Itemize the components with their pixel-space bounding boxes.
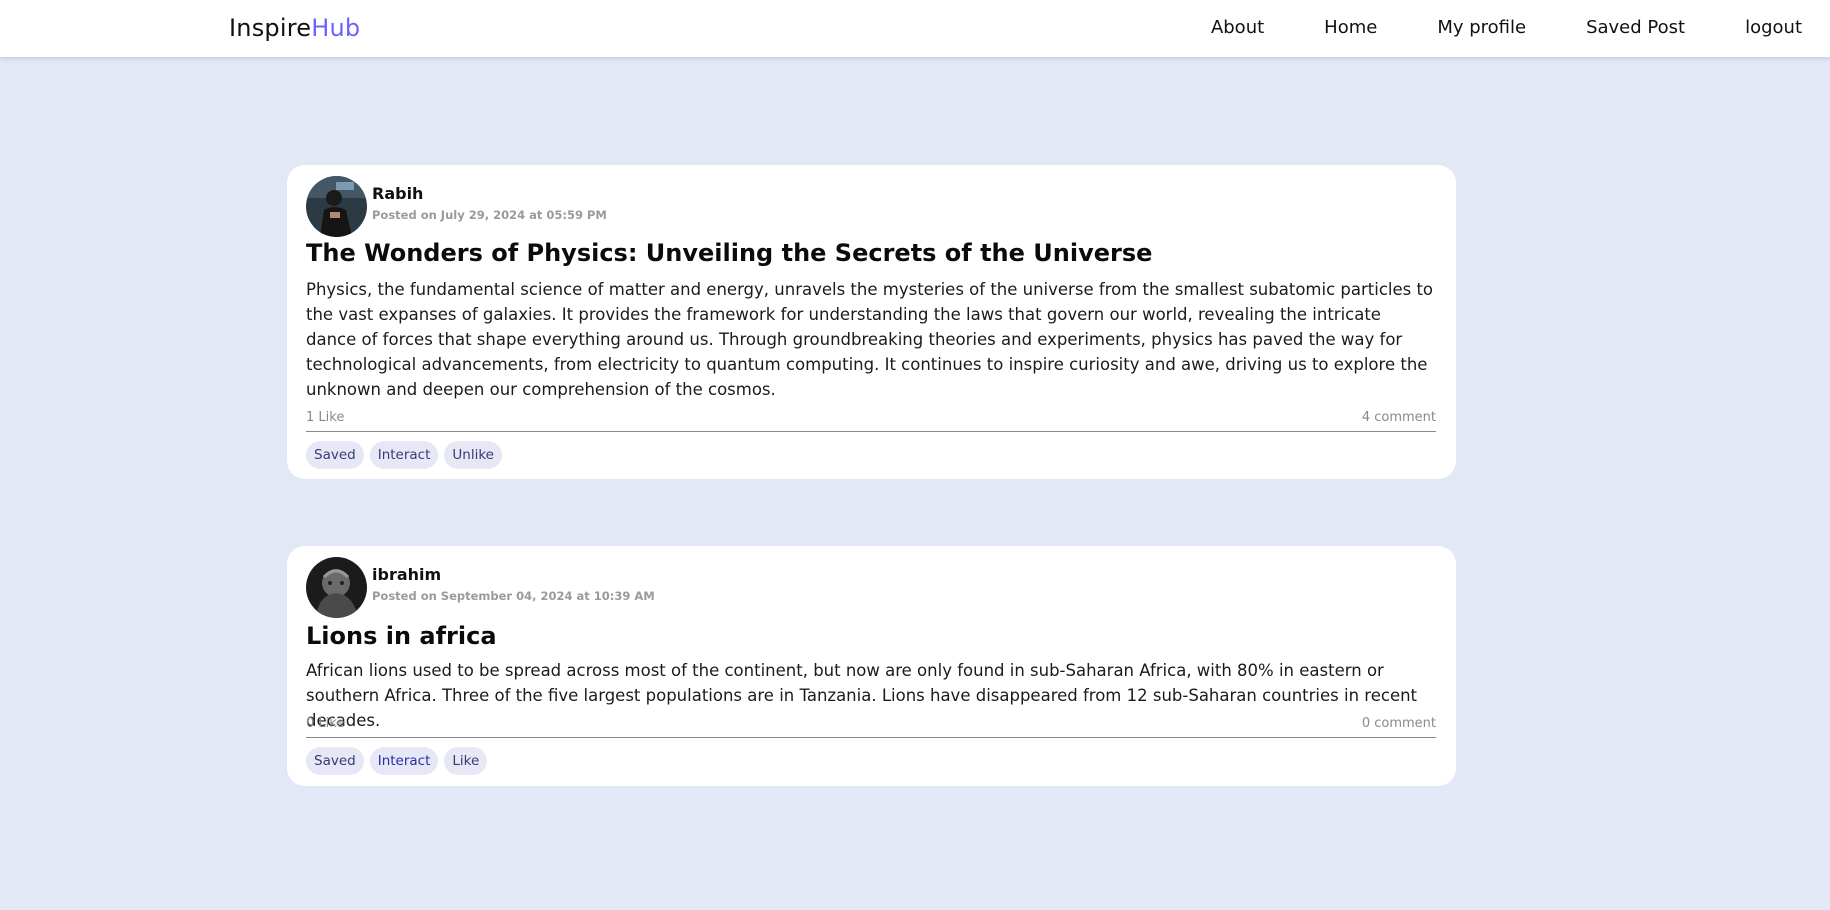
post-card: Rabih Posted on July 29, 2024 at 05:59 P… [287, 165, 1456, 479]
post-header: ibrahim Posted on September 04, 2024 at … [306, 557, 655, 618]
interact-button[interactable]: Interact [369, 747, 439, 775]
post-title: The Wonders of Physics: Unveiling the Se… [306, 239, 1153, 267]
post-actions: Saved Interact Unlike [306, 441, 502, 469]
unlike-button[interactable]: Unlike [444, 441, 502, 469]
like-count: 0 Like [306, 716, 345, 731]
like-button[interactable]: Like [444, 747, 488, 775]
interact-button[interactable]: Interact [369, 441, 439, 469]
nav-links: About Home My profile Saved Post logout [1151, 17, 1802, 38]
avatar[interactable] [306, 557, 367, 618]
nav-link-my-profile[interactable]: My profile [1437, 17, 1526, 38]
top-navbar: InspireHub About Home My profile Saved P… [0, 0, 1830, 57]
nav-link-saved-post[interactable]: Saved Post [1586, 17, 1685, 38]
post-card: ibrahim Posted on September 04, 2024 at … [287, 546, 1456, 786]
post-stats: 0 Like 0 comment [306, 716, 1436, 738]
comment-count[interactable]: 0 comment [1362, 716, 1436, 731]
nav-link-logout[interactable]: logout [1745, 17, 1802, 38]
saved-button[interactable]: Saved [306, 441, 364, 469]
post-actions: Saved Interact Like [306, 747, 488, 775]
avatar-image [306, 557, 367, 618]
avatar[interactable] [306, 176, 367, 237]
saved-button[interactable]: Saved [306, 747, 364, 775]
brand-logo[interactable]: InspireHub [229, 14, 360, 42]
post-title: Lions in africa [306, 622, 497, 650]
post-stats: 1 Like 4 comment [306, 410, 1436, 432]
brand-name-part1: Inspire [229, 14, 312, 42]
nav-link-home[interactable]: Home [1324, 17, 1377, 38]
author-name[interactable]: Rabih [372, 184, 607, 203]
post-body: Physics, the fundamental science of matt… [306, 280, 1434, 399]
post-date: Posted on July 29, 2024 at 05:59 PM [372, 207, 607, 222]
brand-name-part2: Hub [311, 14, 361, 42]
author-block: Rabih Posted on July 29, 2024 at 05:59 P… [372, 184, 607, 222]
comment-count[interactable]: 4 comment [1362, 410, 1436, 425]
avatar-image [306, 176, 367, 237]
like-count: 1 Like [306, 410, 345, 425]
author-block: ibrahim Posted on September 04, 2024 at … [372, 565, 655, 603]
post-date: Posted on September 04, 2024 at 10:39 AM [372, 588, 655, 603]
nav-link-about[interactable]: About [1211, 17, 1264, 38]
post-header: Rabih Posted on July 29, 2024 at 05:59 P… [306, 176, 607, 237]
author-name[interactable]: ibrahim [372, 565, 655, 584]
